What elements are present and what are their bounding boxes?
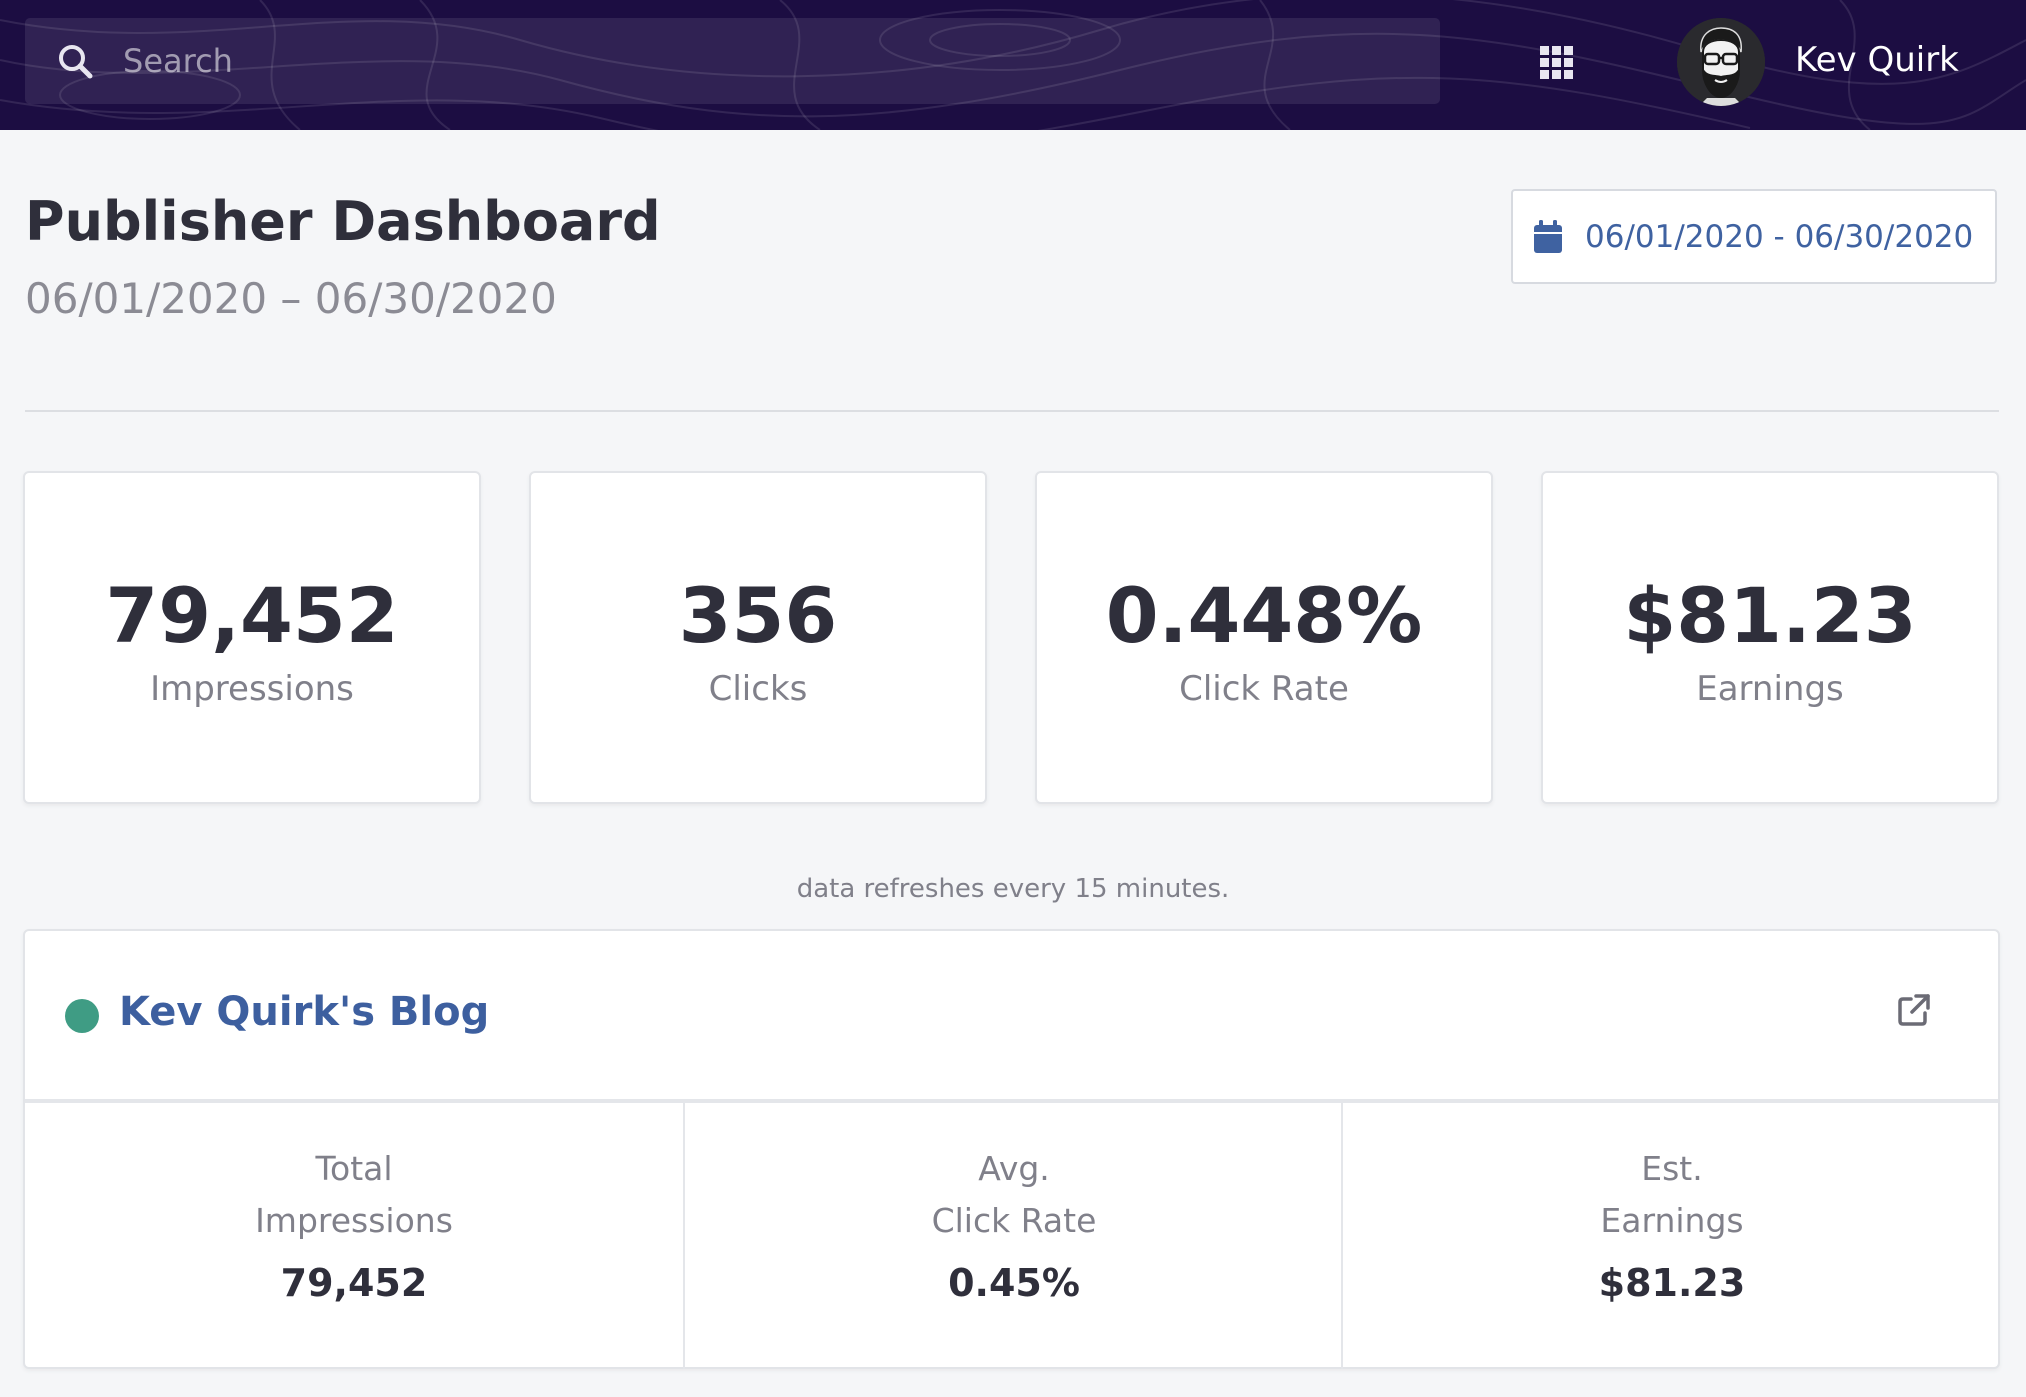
search-bar[interactable] xyxy=(25,18,1440,104)
top-navigation-bar: Kev Quirk xyxy=(0,0,2026,130)
stat-value: 0.448% xyxy=(1105,571,1423,660)
stat-label: Impressions xyxy=(150,669,354,709)
site-stat-value: 0.45% xyxy=(948,1261,1080,1305)
site-stat-value: 79,452 xyxy=(280,1261,428,1305)
date-range-label: 06/01/2020 - 06/30/2020 xyxy=(1585,218,1974,255)
user-avatar[interactable] xyxy=(1677,18,1765,106)
external-link-icon[interactable] xyxy=(1897,993,1931,1027)
site-panel: Kev Quirk's Blog Total Impressions 79,45… xyxy=(23,929,2000,1369)
site-stat-label-line1: Total xyxy=(315,1149,393,1188)
stat-label: Earnings xyxy=(1696,669,1844,709)
search-icon xyxy=(57,41,97,81)
apps-grid-button[interactable] xyxy=(1538,44,1576,82)
stat-label: Click Rate xyxy=(1179,669,1349,709)
stat-card-clicks: 356 Clicks xyxy=(529,471,987,804)
site-name-link[interactable]: Kev Quirk's Blog xyxy=(119,989,489,1035)
stat-label: Clicks xyxy=(708,669,808,709)
section-divider xyxy=(25,410,1999,412)
page-title: Publisher Dashboard xyxy=(25,190,661,253)
stat-value: 356 xyxy=(678,571,838,660)
site-stat-label-line1: Est. xyxy=(1641,1149,1703,1188)
site-status-dot xyxy=(65,999,99,1033)
date-range-picker-button[interactable]: 06/01/2020 - 06/30/2020 xyxy=(1511,189,1997,284)
stat-card-click-rate: 0.448% Click Rate xyxy=(1035,471,1493,804)
site-stat-value: $81.23 xyxy=(1598,1261,1746,1305)
page-subtitle-date-range: 06/01/2020 – 06/30/2020 xyxy=(25,274,557,323)
calendar-icon xyxy=(1533,219,1563,254)
bearded-glasses-avatar-icon xyxy=(1677,18,1765,106)
user-name[interactable]: Kev Quirk xyxy=(1795,40,1959,80)
stat-card-impressions: 79,452 Impressions xyxy=(23,471,481,804)
site-stat-label-line1: Avg. xyxy=(978,1149,1050,1188)
site-stat-label-line2: Impressions xyxy=(255,1201,453,1240)
site-stat-label-line2: Earnings xyxy=(1600,1201,1744,1240)
site-stat-label-line2: Click Rate xyxy=(931,1201,1097,1240)
refresh-note: data refreshes every 15 minutes. xyxy=(796,874,1230,904)
stat-value: 79,452 xyxy=(105,571,399,660)
grid-icon xyxy=(1540,46,1573,79)
stat-value: $81.23 xyxy=(1623,571,1917,660)
site-stat-est-earnings: Est. Earnings $81.23 xyxy=(1341,1103,2001,1369)
site-panel-header: Kev Quirk's Blog xyxy=(25,931,1998,1103)
search-input[interactable] xyxy=(121,41,1325,81)
site-stat-avg-click-rate: Avg. Click Rate 0.45% xyxy=(683,1103,1343,1369)
stat-card-earnings: $81.23 Earnings xyxy=(1541,471,1999,804)
site-stat-total-impressions: Total Impressions 79,452 xyxy=(25,1103,683,1369)
